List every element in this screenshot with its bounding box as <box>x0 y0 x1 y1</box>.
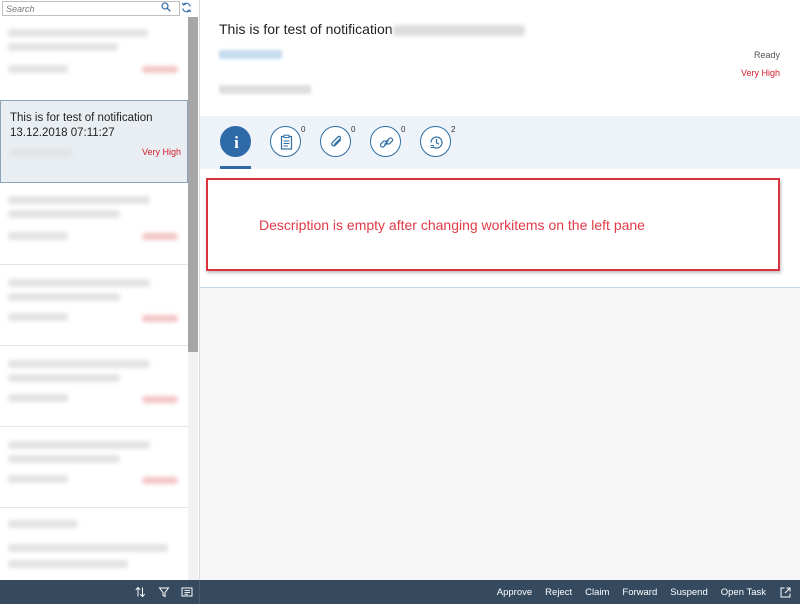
master-list-pane: This is for test of notification 13.12.2… <box>0 0 200 580</box>
list-item[interactable] <box>0 17 188 101</box>
list-scrollbar[interactable] <box>188 17 198 580</box>
claim-button[interactable]: Claim <box>585 587 609 598</box>
forward-button[interactable]: Forward <box>622 587 657 598</box>
list-item[interactable] <box>0 346 188 427</box>
search-field <box>2 1 180 16</box>
tab-history-count: 2 <box>451 125 456 134</box>
list-footer <box>0 580 200 604</box>
share-icon[interactable] <box>780 587 791 598</box>
list-item-priority: Very High <box>141 147 181 157</box>
tab-attachments-count: 0 <box>351 125 356 134</box>
annotation-text: Description is empty after changing work… <box>259 217 645 233</box>
tab-notes-count: 0 <box>301 125 306 134</box>
list-item-title: This is for test of notification <box>10 112 153 124</box>
search-icon[interactable] <box>161 2 171 12</box>
description-section: Description is empty after changing work… <box>200 169 800 288</box>
list-item[interactable] <box>0 184 188 265</box>
open-task-button[interactable]: Open Task <box>721 587 766 598</box>
list-item-selected[interactable]: This is for test of notification 13.12.2… <box>0 100 188 183</box>
reject-button[interactable]: Reject <box>545 587 572 598</box>
link-icon <box>379 137 394 148</box>
detail-pane: This is for test of notification Ready V… <box>200 0 800 580</box>
tab-notes[interactable] <box>270 126 301 157</box>
tab-links-count: 0 <box>401 125 406 134</box>
history-icon <box>430 136 443 149</box>
search-input[interactable] <box>6 2 156 15</box>
paperclip-icon <box>331 135 342 147</box>
suspend-button[interactable]: Suspend <box>670 587 708 598</box>
filter-icon[interactable] <box>158 586 170 598</box>
approve-button[interactable]: Approve <box>497 587 532 598</box>
tab-attachments[interactable] <box>320 126 351 157</box>
icon-tab-bar: i 0 0 0 2 <box>200 116 800 170</box>
action-buttons: Approve Reject Claim Forward Suspend Ope… <box>497 580 766 604</box>
list-item[interactable] <box>0 427 188 508</box>
annotation-box: Description is empty after changing work… <box>206 178 780 271</box>
list-item[interactable] <box>0 265 188 346</box>
scrollbar-thumb[interactable] <box>188 17 198 352</box>
status-text: Ready <box>753 50 780 60</box>
tab-links[interactable] <box>370 126 401 157</box>
refresh-icon[interactable] <box>181 2 192 13</box>
notes-icon <box>280 134 293 150</box>
list-item-date: 13.12.2018 07:11:27 <box>10 127 115 139</box>
sort-icon[interactable] <box>134 586 146 598</box>
object-header: This is for test of notification Ready V… <box>200 0 800 116</box>
tab-info[interactable]: i <box>220 126 251 157</box>
info-icon: i <box>234 133 239 152</box>
tab-history[interactable] <box>420 126 451 157</box>
footer-toolbar: Approve Reject Claim Forward Suspend Ope… <box>0 580 800 604</box>
detail-title: This is for test of notification <box>219 21 393 37</box>
priority-text: Very High <box>740 68 780 78</box>
list-item[interactable] <box>0 508 188 580</box>
group-icon[interactable] <box>181 586 193 598</box>
